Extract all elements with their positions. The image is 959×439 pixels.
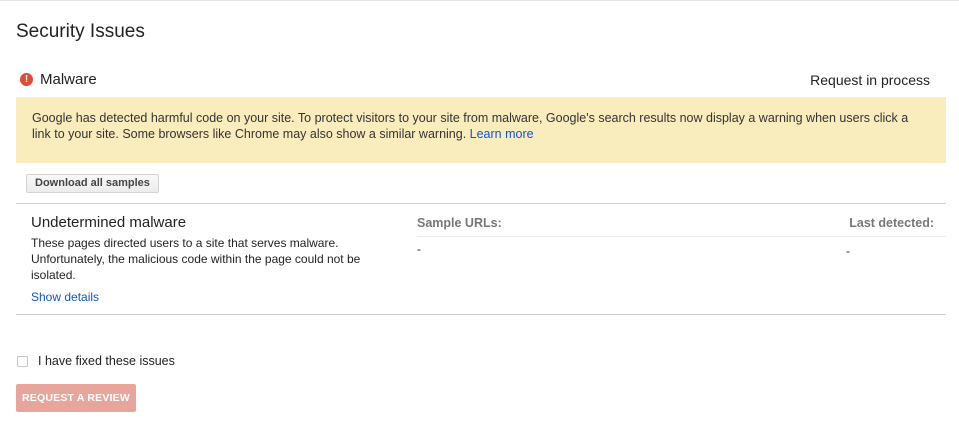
issue-details-table: Undetermined malware These pages directe… <box>16 203 946 315</box>
sample-urls-header: Sample URLs: <box>417 216 502 230</box>
sample-urls-value: - <box>417 242 421 256</box>
download-all-samples-button[interactable]: Download all samples <box>26 174 159 193</box>
fixed-issues-checkbox[interactable] <box>17 356 28 367</box>
request-review-button[interactable]: REQUEST A REVIEW <box>16 384 136 412</box>
malware-type-description: These pages directed users to a site tha… <box>31 236 361 282</box>
page-title: Security Issues <box>16 21 145 42</box>
last-detected-header: Last detected: <box>849 216 934 230</box>
learn-more-link[interactable]: Learn more <box>470 127 534 141</box>
security-issues-page: Security Issues ! Malware Request in pro… <box>0 0 959 439</box>
show-details-link[interactable]: Show details <box>31 290 99 304</box>
malware-warning-banner: Google has detected harmful code on your… <box>16 97 946 163</box>
last-detected-value: - <box>846 244 850 258</box>
exclamation-icon: ! <box>20 73 33 86</box>
malware-type-title: Undetermined malware <box>31 214 187 231</box>
issue-status: Request in process <box>810 72 930 88</box>
column-divider <box>417 236 946 237</box>
fixed-issues-label[interactable]: I have fixed these issues <box>38 354 175 368</box>
issue-header: ! Malware Request in process <box>16 71 946 91</box>
issue-title: Malware <box>40 71 97 88</box>
